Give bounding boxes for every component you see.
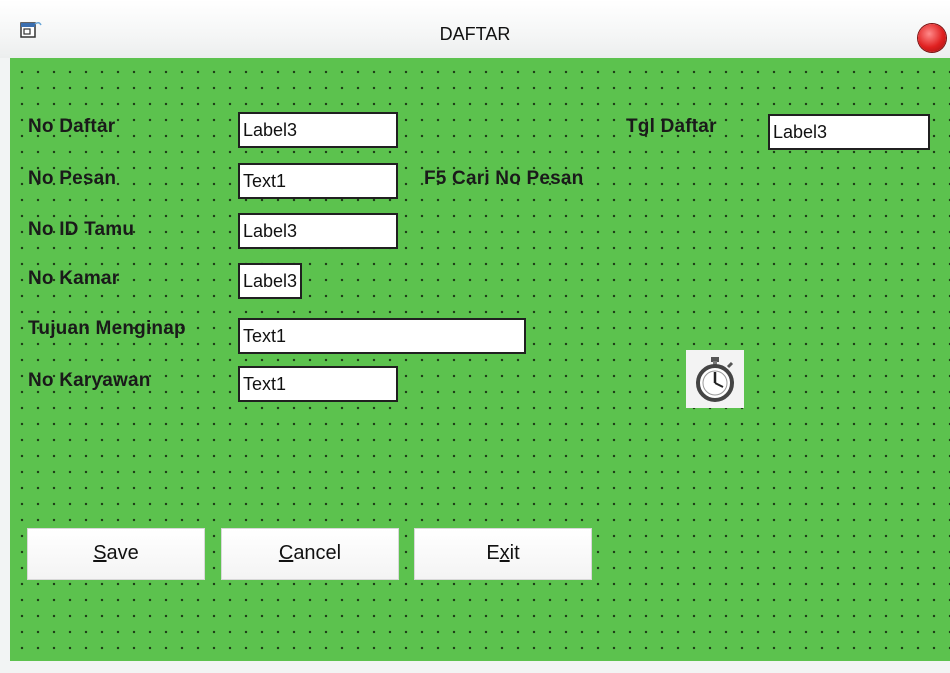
tujuan-menginap-label: Tujuan Menginap (28, 318, 186, 339)
exit-mnemonic: x (499, 542, 510, 564)
save-button[interactable]: Save (27, 528, 205, 580)
field-edge (396, 213, 398, 249)
search-hint: F5 Cari No Pesan (424, 168, 584, 189)
no-daftar-label: No Daftar (28, 116, 116, 137)
no-karyawan-value: Text1 (243, 374, 287, 394)
no-kamar-field: Label3 (238, 263, 302, 299)
field-edge (396, 366, 398, 402)
tgl-daftar-field: Label3 (768, 114, 930, 150)
field-edge (396, 163, 398, 199)
tgl-daftar-label: Tgl Daftar (626, 116, 717, 137)
tgl-daftar-value: Label3 (773, 122, 828, 142)
exit-button[interactable]: Exit (414, 528, 592, 580)
timer-control (686, 350, 744, 408)
no-pesan-value: Text1 (243, 171, 287, 191)
close-button[interactable] (918, 24, 946, 52)
no-id-tamu-value: Label3 (243, 221, 298, 241)
no-id-tamu-field: Label3 (238, 213, 398, 249)
tujuan-menginap-value: Text1 (243, 326, 287, 346)
field-edge (524, 318, 526, 354)
exit-label-rest: it (509, 542, 520, 564)
no-pesan-label: No Pesan (28, 168, 117, 189)
stopwatch-icon (696, 357, 734, 402)
no-id-tamu-label: No ID Tamu (28, 219, 135, 240)
field-edge (396, 112, 398, 148)
cancel-mnemonic: C (278, 542, 294, 564)
exit-label-pre: E (486, 542, 500, 564)
tujuan-menginap-input[interactable]: Text1 (238, 318, 526, 354)
no-kamar-label: No Kamar (28, 268, 120, 289)
daftar-window: DAFTAR No Daftar Label3 Tgl Daftar Label… (0, 0, 950, 673)
no-daftar-value: Label3 (243, 120, 298, 140)
cancel-button[interactable]: Cancel (221, 528, 399, 580)
save-mnemonic: S (93, 542, 107, 564)
title-bar: DAFTAR (0, 0, 950, 58)
no-karyawan-input[interactable]: Text1 (238, 366, 398, 402)
no-daftar-field: Label3 (238, 112, 398, 148)
form-area: No Daftar Label3 Tgl Daftar Label3 No Pe… (10, 58, 950, 673)
window-title: DAFTAR (439, 24, 511, 44)
save-label-rest: ave (106, 542, 139, 564)
no-pesan-input[interactable]: Text1 (238, 163, 398, 199)
cancel-label-rest: ancel (293, 542, 342, 564)
no-karyawan-label: No Karyawan (28, 370, 151, 391)
no-kamar-value: Label3 (243, 271, 298, 291)
